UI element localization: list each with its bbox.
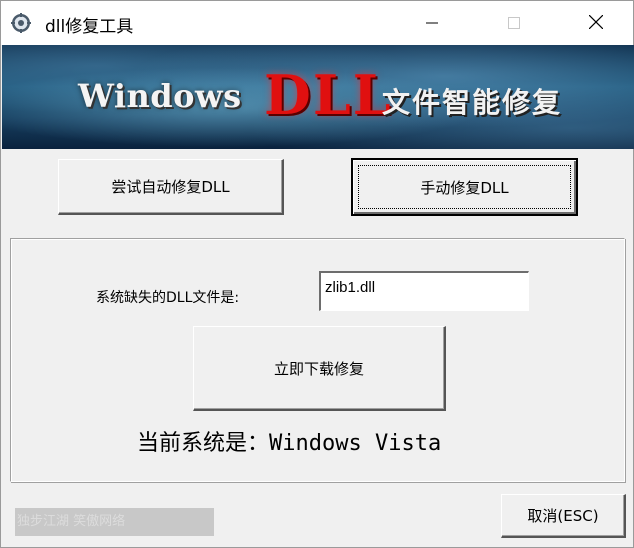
current-system-text: 当前系统是：Windows Vista — [137, 431, 442, 456]
window-title: dll修复工具 — [45, 17, 134, 37]
close-button[interactable] — [573, 1, 619, 45]
dll-repair-window: dll修复工具 Windows DLL 文件智能修复 尝试自动修复DLL 手动修… — [0, 0, 634, 548]
banner-subtitle-text: 文件智能修复 — [382, 86, 563, 119]
download-repair-button[interactable]: 立即下载修复 — [193, 326, 446, 411]
focus-rectangle — [358, 165, 571, 209]
manual-repair-button[interactable]: 手动修复DLL — [351, 158, 578, 216]
maximize-icon — [508, 14, 520, 33]
banner-dll-text: DLL — [264, 63, 393, 127]
missing-dll-field[interactable]: zlib1.dll — [319, 271, 529, 311]
banner-windows-text: Windows — [78, 77, 242, 115]
close-icon — [588, 14, 604, 33]
cancel-button[interactable]: 取消(ESC) — [501, 494, 626, 538]
auto-repair-button[interactable]: 尝试自动修复DLL — [58, 159, 284, 215]
banner-image: Windows DLL 文件智能修复 — [2, 45, 634, 149]
footer-link[interactable]: 独步江湖 笑傲网络 — [15, 508, 214, 536]
auto-repair-label: 尝试自动修复DLL — [111, 178, 230, 196]
minimize-icon — [426, 14, 438, 33]
cancel-label: 取消(ESC) — [527, 507, 599, 525]
maximize-button[interactable] — [491, 1, 537, 45]
gear-icon — [11, 13, 31, 33]
title-bar: dll修复工具 — [1, 1, 633, 45]
minimize-button[interactable] — [409, 1, 455, 45]
missing-dll-label: 系统缺失的DLL文件是: — [96, 290, 240, 306]
download-repair-label: 立即下载修复 — [273, 359, 364, 378]
